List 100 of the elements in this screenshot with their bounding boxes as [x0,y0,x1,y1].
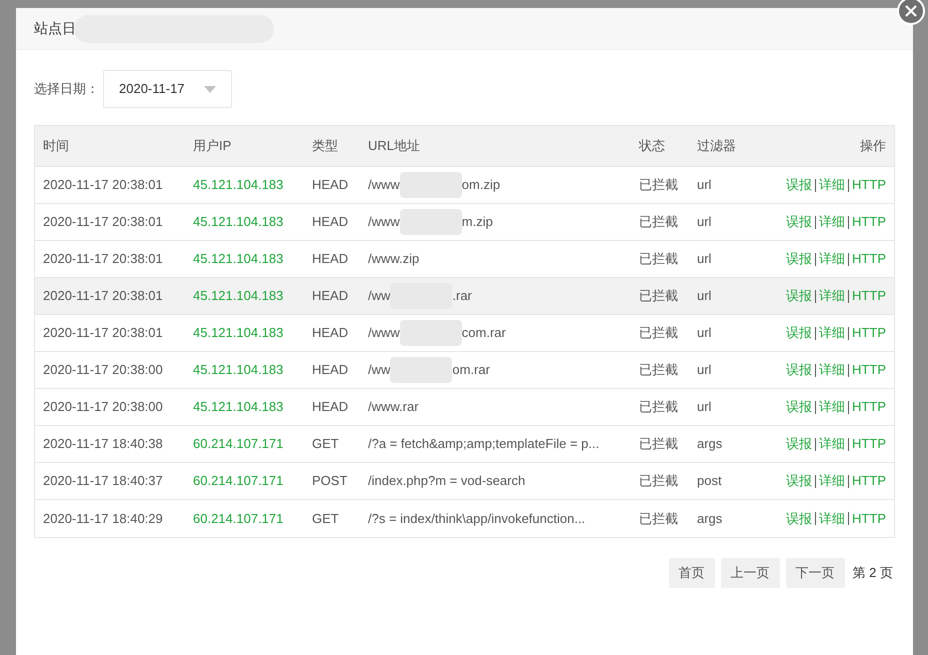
status-cell: 已拦截 [639,362,678,378]
ip-link[interactable]: 60.214.107.171 [193,510,284,526]
type-cell: HEAD [312,325,348,340]
page-button[interactable]: 上一页 [720,558,780,588]
url-cell-text: /ww [368,287,390,306]
column-header: 过滤器 [697,138,736,154]
filter-cell: args [697,510,722,526]
date-select[interactable]: 2020-11-17 [103,70,232,108]
status-cell: 已拦截 [639,473,678,488]
action-link[interactable]: HTTP [852,323,886,343]
action-link[interactable]: 详细 [819,323,846,343]
action-link[interactable]: 详细 [819,175,846,195]
filter-cell: url [697,214,712,230]
ip-link[interactable]: 45.121.104.183 [193,251,284,266]
action-link[interactable]: HTTP [852,471,886,491]
status-cell: 已拦截 [639,510,678,526]
action-link[interactable]: 误报 [786,434,812,454]
action-link[interactable]: 详细 [819,212,846,232]
close-icon [905,5,917,17]
type-cell: POST [312,473,348,488]
url-cell-text: /?a = fetch&amp;amp;templateFile = p... [368,435,600,454]
close-button[interactable] [897,0,925,25]
type-cell: HEAD [312,214,348,230]
filter-cell: url [697,288,712,304]
ip-link[interactable]: 45.121.104.183 [193,399,284,414]
url-cell-text: om.zip [462,176,500,194]
action-link[interactable]: HTTP [852,434,886,454]
action-link[interactable]: HTTP [852,249,886,269]
action-link[interactable]: 详细 [819,286,846,306]
filter-cell: url [697,251,712,266]
time-cell: 2020-11-17 18:40:29 [43,510,163,526]
column-header: 状态 [639,138,665,154]
url-cell-text: /www.zip [368,250,420,268]
action-link[interactable]: HTTP [852,397,886,417]
action-link[interactable]: 误报 [786,249,812,269]
action-link[interactable]: 误报 [786,471,812,491]
url-cell-text: com.rar [462,324,506,342]
page-button[interactable]: 下一页 [786,558,845,588]
column-header: 类型 [312,138,338,154]
action-link[interactable]: HTTP [852,175,886,195]
action-link[interactable]: 误报 [786,360,812,380]
time-cell: 2020-11-17 20:38:00 [43,399,163,414]
filter-cell: url [697,325,712,340]
column-header: URL地址 [368,138,420,154]
url-cell-text: /index.php?m = vod-search [368,472,526,490]
page-indicator: 第 2 页 [852,564,893,582]
ip-link[interactable]: 45.121.104.183 [193,214,284,230]
time-cell: 2020-11-17 20:38:01 [43,325,163,340]
action-link[interactable]: 详细 [819,471,846,491]
action-link[interactable]: 详细 [819,434,846,454]
filter-cell: post [697,473,722,488]
action-link[interactable]: 详细 [819,360,846,380]
url-cell-text: /www.rar [368,398,419,416]
url-cell-text: /www [368,213,400,232]
url-cell-text: .rar [452,287,472,306]
ip-link[interactable]: 60.214.107.171 [193,473,284,488]
type-cell: GET [312,510,339,526]
ip-link[interactable]: 45.121.104.183 [193,362,284,378]
action-link[interactable]: HTTP [852,212,886,232]
url-cell-text: /www [368,324,400,342]
status-cell: 已拦截 [639,399,678,414]
url-cell-text: om.rar [452,361,490,380]
action-link[interactable]: 误报 [786,323,812,343]
column-header: 用户IP [193,138,232,154]
filter-cell: url [697,362,712,378]
date-label: 选择日期： [34,80,99,98]
ip-link[interactable]: 45.121.104.183 [193,325,284,340]
type-cell: HEAD [312,362,348,378]
time-cell: 2020-11-17 20:38:01 [43,177,163,192]
url-cell-text: /?s = index/think\app/invokefunction... [368,510,586,528]
status-cell: 已拦截 [639,436,678,452]
action-link[interactable]: 误报 [786,175,812,195]
ip-link[interactable]: 45.121.104.183 [193,288,284,304]
action-link[interactable]: 详细 [819,397,846,417]
action-link[interactable]: 误报 [786,508,812,528]
time-cell: 2020-11-17 20:38:01 [43,288,163,304]
action-link[interactable]: 详细 [819,508,846,528]
time-cell: 2020-11-17 18:40:37 [43,473,163,488]
time-cell: 2020-11-17 18:40:38 [43,436,163,452]
action-link[interactable]: HTTP [852,360,886,380]
type-cell: HEAD [312,399,348,414]
status-cell: 已拦截 [639,214,678,230]
url-cell-text: /ww [368,361,390,380]
action-link[interactable]: 误报 [786,212,812,232]
action-link[interactable]: 详细 [819,249,846,269]
time-cell: 2020-11-17 20:38:01 [43,214,163,230]
ip-link[interactable]: 45.121.104.183 [193,177,284,192]
action-link[interactable]: HTTP [852,286,886,306]
column-header: 时间 [43,138,69,154]
status-cell: 已拦截 [639,177,678,192]
action-link[interactable]: 误报 [786,397,812,417]
dialog-title: 站点日 [34,19,76,38]
type-cell: GET [312,436,339,452]
status-cell: 已拦截 [639,251,678,266]
action-link[interactable]: 误报 [786,286,812,306]
time-cell: 2020-11-17 20:38:01 [43,251,163,266]
ip-link[interactable]: 60.214.107.171 [193,436,284,452]
page-button[interactable]: 首页 [668,558,715,588]
action-link[interactable]: HTTP [852,508,886,528]
table-row[interactable]: 2020-11-17 20:38:01 45.121.104.183 HEAD /ww .rar 已拦截 url 误报 详细 HTTP [35,278,894,315]
